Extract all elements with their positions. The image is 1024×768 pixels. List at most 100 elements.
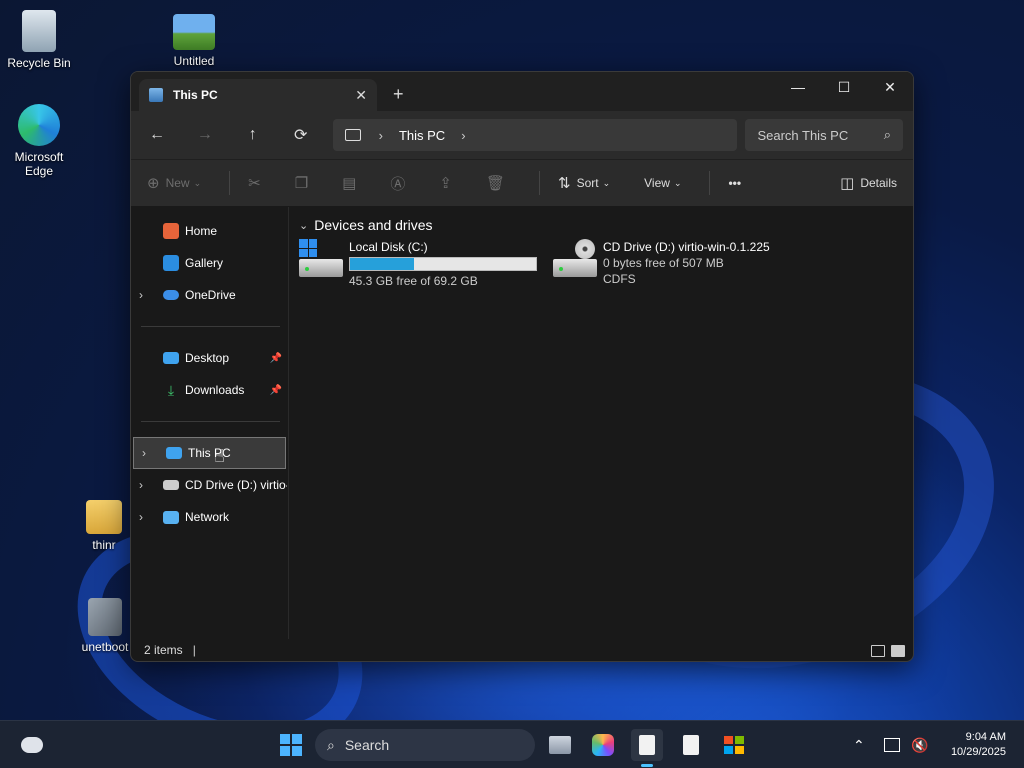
store-icon <box>724 736 744 754</box>
separator <box>229 171 231 195</box>
drive-item-d[interactable]: CD Drive (D:) virtio-win-0.1.225 0 bytes… <box>553 239 770 289</box>
copilot-button[interactable] <box>587 729 619 761</box>
notepad-taskbar-button[interactable] <box>675 729 707 761</box>
sidebar-item-network[interactable]: › Network <box>131 501 288 533</box>
taskbar-search-box[interactable]: ⌕ Search <box>315 729 535 761</box>
more-options-button[interactable]: ••• <box>728 176 741 190</box>
share-icon: ⇪ <box>439 175 452 192</box>
navigation-pane: › Home › Gallery › OneDrive › Desktop 📌 <box>131 207 289 639</box>
desktop-icon-recycle-bin[interactable]: Recycle Bin <box>1 10 77 70</box>
sidebar-item-desktop[interactable]: › Desktop 📌 <box>131 342 288 374</box>
breadcrumb-separator[interactable]: › <box>379 128 383 143</box>
up-button[interactable]: ↑ <box>237 119 269 151</box>
refresh-button[interactable]: ⟳ <box>285 119 317 151</box>
sidebar-item-label: Desktop <box>185 351 230 365</box>
desktop-icon-label: Microsoft Edge <box>14 150 64 178</box>
command-bar: ⊕ New ⌄ ✂ ❐ ▤ Ⓐ ⇪ 🗑 ⇅ Sort ⌄ View ⌄ ••• … <box>131 159 913 206</box>
desktop-icon-edge[interactable]: Microsoft Edge <box>1 104 77 178</box>
status-bar: 2 items | <box>131 639 913 661</box>
document-icon <box>683 735 699 755</box>
start-button[interactable] <box>275 729 307 761</box>
minimize-button[interactable]: — <box>775 72 821 102</box>
paste-button[interactable]: ▤ <box>342 174 362 192</box>
delete-button[interactable]: 🗑 <box>486 174 511 192</box>
desktop-icon-unetbootin[interactable]: unetboot <box>74 598 136 654</box>
close-button[interactable]: ✕ <box>867 72 913 102</box>
chevron-up-icon: ⌃ <box>853 736 865 753</box>
show-hidden-icons-button[interactable]: ⌃ <box>853 721 865 768</box>
pin-icon[interactable]: 📌 <box>270 353 282 364</box>
sidebar-item-cd-drive[interactable]: › CD Drive (D:) virtio- <box>131 469 288 501</box>
back-button[interactable]: ← <box>141 119 173 151</box>
forward-button[interactable]: → <box>189 119 221 151</box>
address-bar[interactable]: › This PC › <box>332 119 738 151</box>
sidebar-item-label: Network <box>185 510 230 524</box>
sidebar-item-label: Downloads <box>185 383 245 397</box>
drive-usage-fill <box>350 258 415 270</box>
sidebar-item-onedrive[interactable]: › OneDrive <box>131 279 288 311</box>
cd-drive-icon <box>163 480 179 490</box>
edge-icon <box>18 104 60 146</box>
windows-logo-icon <box>280 734 302 756</box>
desktop-icon-untitled[interactable]: Untitled <box>156 14 232 68</box>
store-button[interactable] <box>718 729 750 761</box>
file-explorer-taskbar-button[interactable] <box>631 729 663 767</box>
details-button[interactable]: ◫ Details <box>840 174 897 192</box>
system-clock[interactable]: 9:04 AM 10/29/2025 <box>951 730 1006 760</box>
expand-chevron-icon[interactable]: › <box>139 510 155 524</box>
drive-list: Local Disk (C:) 45.3 GB free of 69.2 GB … <box>299 239 903 289</box>
expand-chevron-icon[interactable]: › <box>139 288 155 302</box>
desktop-icon-thinr[interactable]: thinr <box>74 500 134 552</box>
details-view-button[interactable] <box>871 645 885 657</box>
recycle-bin-icon <box>22 10 56 52</box>
task-view-button[interactable] <box>544 729 576 761</box>
trash-icon: 🗑 <box>485 175 505 192</box>
maximize-button[interactable]: ☐ <box>821 72 867 102</box>
volume-tray-button[interactable]: 🔇 <box>911 721 928 768</box>
title-bar: This PC ✕ + — ☐ ✕ <box>131 72 913 111</box>
search-input[interactable]: Search This PC ⌕ <box>745 119 904 151</box>
breadcrumb-this-pc[interactable]: This PC <box>399 128 445 143</box>
clock-date: 10/29/2025 <box>950 746 1006 758</box>
monitor-icon <box>344 129 361 141</box>
file-icon <box>639 735 655 755</box>
sidebar-item-this-pc[interactable]: › This PC <box>133 437 286 469</box>
cut-button[interactable]: ✂ <box>248 174 267 192</box>
scissors-icon: ✂ <box>248 175 261 192</box>
drive-item-c[interactable]: Local Disk (C:) 45.3 GB free of 69.2 GB <box>299 239 537 289</box>
windows-logo-icon <box>299 239 317 257</box>
close-tab-icon[interactable]: ✕ <box>355 87 367 104</box>
separator <box>539 171 540 195</box>
cloud-icon <box>21 737 43 753</box>
separator <box>709 171 711 195</box>
clock-time: 9:04 AM <box>965 731 1006 743</box>
sort-button[interactable]: ⇅ Sort ⌄ <box>558 174 610 192</box>
group-header-label: Devices and drives <box>314 217 433 233</box>
weather-widget-button[interactable] <box>16 729 48 761</box>
tiles-view-button[interactable] <box>891 645 905 657</box>
copy-button[interactable]: ❐ <box>295 174 314 192</box>
view-toggle <box>871 645 905 657</box>
network-tray-button[interactable] <box>884 721 900 768</box>
rename-icon: Ⓐ <box>390 175 406 193</box>
sidebar-item-downloads[interactable]: › ⤓ Downloads 📌 <box>131 374 288 406</box>
sidebar-item-gallery[interactable]: › Gallery <box>131 247 288 279</box>
breadcrumb-expand[interactable]: › <box>461 128 465 143</box>
new-tab-button[interactable]: + <box>393 84 404 105</box>
details-pane-icon: ◫ <box>840 175 855 192</box>
new-button[interactable]: ⊕ New ⌄ <box>147 174 201 192</box>
expand-chevron-icon[interactable]: › <box>142 446 158 460</box>
view-button[interactable]: View ⌄ <box>638 176 681 190</box>
sort-label: Sort <box>576 176 599 190</box>
chevron-down-icon: ⌄ <box>299 219 309 232</box>
sidebar-item-home[interactable]: › Home <box>131 215 288 247</box>
pin-icon[interactable]: 📌 <box>270 385 282 396</box>
share-button[interactable]: ⇪ <box>439 174 458 192</box>
network-icon <box>163 510 179 524</box>
taskbar-search-label: Search <box>344 737 390 753</box>
group-header-devices[interactable]: ⌄ Devices and drives <box>299 217 903 233</box>
tab-this-pc[interactable]: This PC ✕ <box>139 79 377 111</box>
this-pc-icon <box>149 88 163 102</box>
rename-button[interactable]: Ⓐ <box>390 173 411 194</box>
expand-chevron-icon[interactable]: › <box>139 478 155 492</box>
